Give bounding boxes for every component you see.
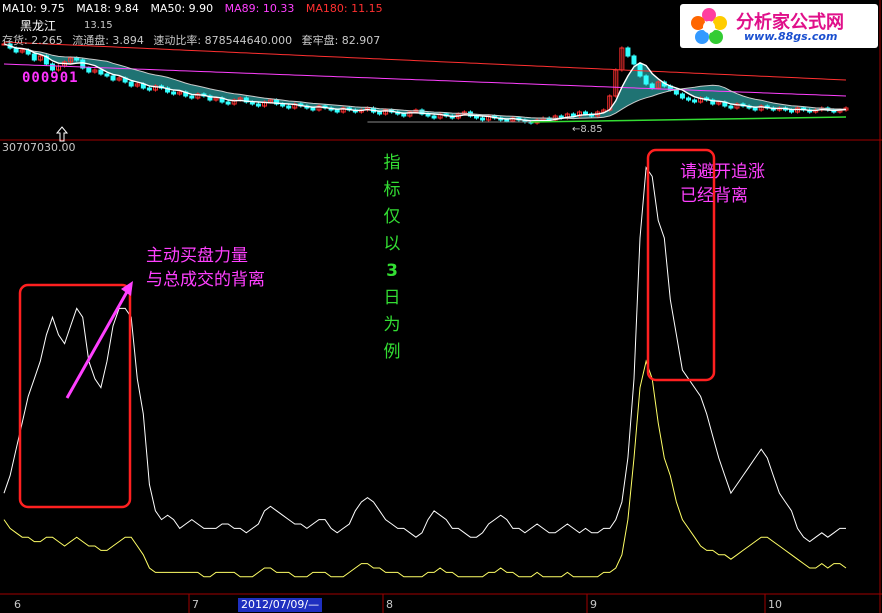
vertical-char: 日 [383,288,401,308]
vertical-char: 3 [386,261,398,281]
candle-body [255,103,261,107]
candle-body [583,111,589,115]
candle-body [377,111,383,115]
candle-body [788,109,794,113]
indicator-value: 30707030.00 [2,141,76,154]
candle-body [686,97,692,101]
ma18-label: MA18: 9.84 [76,2,139,15]
stock-code: 000901 [22,70,79,86]
candle-body [625,47,631,57]
candle-body [31,53,37,61]
month-label-7: 7 [192,598,199,611]
annotation-vertical: 指 标 仅 以 3 日 为 例 [382,150,402,366]
flower-logo-icon [691,8,727,44]
candle-body [631,55,637,65]
ma10-label: MA10: 9.75 [2,2,65,15]
annotation-right-line2: 已经背离 [680,186,748,206]
inventory-value: 存货: 2.265 [2,34,63,47]
candle-body [752,107,758,111]
ma-legend: MA10: 9.75 MA18: 9.84 MA50: 9.90 MA89: 1… [2,2,391,15]
low-price-label: ←8.85 [572,124,603,135]
candle-body [86,67,92,73]
high-price-label: 13.15 [84,20,113,31]
ma89-label: MA89: 10.33 [224,2,295,15]
candle-body [728,105,734,109]
candle-body [286,105,292,109]
candle-body [98,69,104,75]
vertical-char: 为 [383,315,401,335]
candle-body [649,83,655,89]
month-label-9: 9 [590,598,597,611]
vertical-char: 以 [383,234,401,254]
cursor-arrow-icon [55,126,69,142]
candle-body [110,75,116,81]
candle-body [679,93,685,99]
month-label-8: 8 [386,598,393,611]
annotation-left: 主动买盘力量 与总成交的背离 [146,244,265,292]
candle-body [225,101,231,105]
candle-body [692,99,698,103]
candle-body [570,113,576,117]
candle-body [310,107,316,111]
candle-body [334,109,340,113]
quick-ratio-value: 速动比率: 878544640.000 [153,34,293,47]
candle-body [128,81,134,87]
annotation-right: 请避开追涨 已经背离 [680,160,765,208]
candle-body [673,89,679,95]
candle-body [171,91,177,95]
annotation-right-line1: 请避开追涨 [680,162,765,182]
stock-chart [0,0,882,613]
float-shares-value: 流通盘: 3.894 [72,34,144,47]
vertical-char: 指 [383,153,401,173]
candle-body [431,115,437,119]
cursor-date-label: 2012/07/09/— [238,598,323,612]
candle-body [401,113,407,117]
watermark-url: www.88gs.com [744,30,838,43]
candle-body [74,57,80,61]
annotation-left-line2: 与总成交的背离 [146,270,265,290]
candle-body [189,95,195,99]
trapped-shares-value: 套牢盘: 82.907 [301,34,381,47]
ma50-label: MA50: 9.90 [150,2,214,15]
month-label-6: 6 [14,598,21,611]
vertical-char: 仅 [383,207,401,227]
fundamentals-row: 存货: 2.265 流通盘: 3.894 速动比率: 878544640.000… [2,32,386,48]
ma180-label: MA180: 11.15 [305,2,383,15]
candle-body [480,117,486,121]
candle-body [504,119,510,122]
candle-body [643,75,649,85]
candle-body [104,73,110,77]
ma18-line [3,43,847,120]
vertical-char: 例 [383,342,401,362]
vertical-char: 标 [383,180,401,200]
annotation-left-line1: 主动买盘力量 [146,246,248,266]
month-label-10: 10 [768,598,782,611]
candle-body [637,63,643,77]
candle-body [146,87,152,91]
